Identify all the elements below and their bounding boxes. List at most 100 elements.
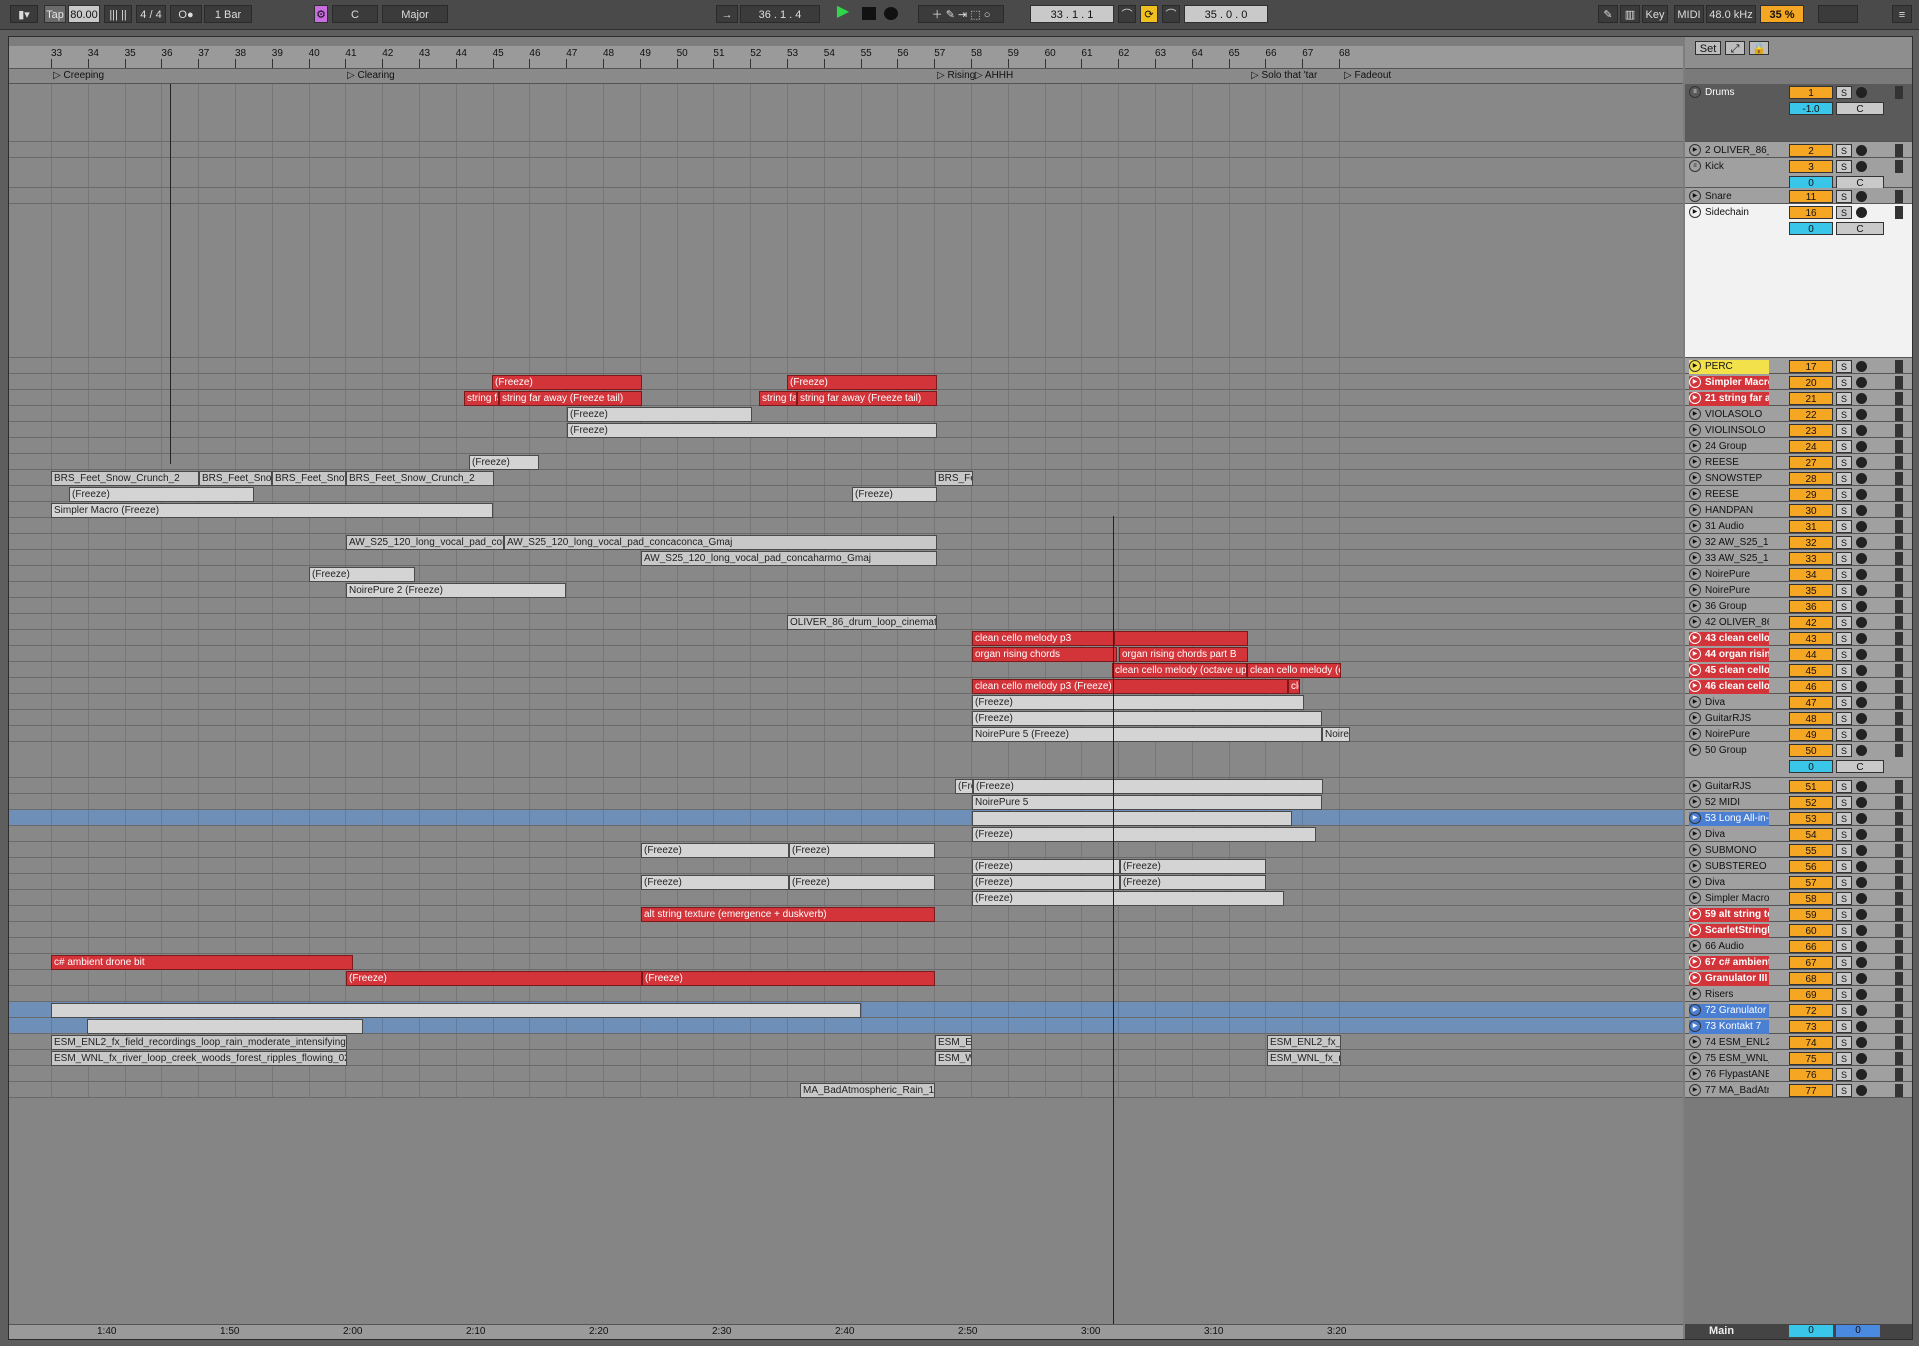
- solo-button[interactable]: S: [1836, 828, 1852, 841]
- track-header[interactable]: ▶ 31 Audio 31 S: [1685, 518, 1912, 534]
- clip[interactable]: (Freeze): [1120, 875, 1266, 890]
- clip[interactable]: NoirePure 5 (Freeze): [972, 727, 1322, 742]
- track-header[interactable]: ≡ Kick 3 S 0 C: [1685, 158, 1912, 189]
- arm-record-icon[interactable]: [1856, 633, 1867, 644]
- track-lane[interactable]: [9, 810, 1683, 826]
- clip[interactable]: clean cello melody (octave up, alte: [1112, 663, 1247, 678]
- expand-icon[interactable]: ⤢: [1725, 41, 1745, 55]
- track-header[interactable]: ▶ Risers 69 S: [1685, 986, 1912, 1002]
- track-name[interactable]: ▶ 76 FlypastANE-: [1689, 1068, 1769, 1082]
- track-header[interactable]: ▶45 clean cello m45S: [1685, 662, 1912, 678]
- track-activator-button[interactable]: 22: [1789, 408, 1833, 421]
- track-fold-icon[interactable]: ▶: [1689, 696, 1701, 709]
- track-fold-icon[interactable]: ▶: [1689, 812, 1701, 825]
- track-header[interactable]: ▶ SUBMONO 55 S: [1685, 842, 1912, 858]
- arm-record-icon[interactable]: [1856, 377, 1867, 388]
- lock-icon[interactable]: 🔒: [1749, 41, 1769, 55]
- track-header[interactable]: ▶ REESE 27 S: [1685, 454, 1912, 470]
- locator-marker[interactable]: ▷ Creeping: [53, 70, 104, 81]
- track-name[interactable]: ≡ Kick: [1689, 160, 1769, 174]
- arm-record-icon[interactable]: [1856, 681, 1867, 692]
- track-header[interactable]: ▶44 organ rising44S: [1685, 646, 1912, 662]
- track-name[interactable]: ▶ 66 Audio: [1689, 940, 1769, 954]
- solo-button[interactable]: S: [1836, 520, 1852, 533]
- solo-button[interactable]: S: [1836, 206, 1852, 219]
- track-name[interactable]: ▶ Diva: [1689, 696, 1769, 710]
- track-fold-icon[interactable]: ▶: [1689, 1004, 1701, 1017]
- track-fold-icon[interactable]: ▶: [1689, 892, 1701, 905]
- locator-marker[interactable]: ▷ Fadeout: [1344, 70, 1391, 81]
- clip[interactable]: (Freeze): [972, 875, 1120, 890]
- track-activator-button[interactable]: 29: [1789, 488, 1833, 501]
- track-fold-icon[interactable]: ▶: [1689, 206, 1701, 219]
- track-name[interactable]: ▶45 clean cello m: [1689, 664, 1769, 678]
- track-header[interactable]: ▶ Diva 54 S: [1685, 826, 1912, 842]
- track-header[interactable]: ▶ 36 Group 36 S: [1685, 598, 1912, 614]
- track-header[interactable]: ▶ 53 Long All-in- 53 S: [1685, 810, 1912, 826]
- track-fold-icon[interactable]: ▶: [1689, 664, 1701, 677]
- track-fold-icon[interactable]: ▶: [1689, 632, 1701, 645]
- arm-record-icon[interactable]: [1856, 1037, 1867, 1048]
- track-lane[interactable]: [9, 204, 1683, 358]
- solo-button[interactable]: S: [1836, 616, 1852, 629]
- track-lane[interactable]: [9, 1066, 1683, 1082]
- track-fold-icon[interactable]: ▶: [1689, 360, 1701, 373]
- play-icon[interactable]: ▶: [834, 3, 852, 21]
- track-fold-icon[interactable]: ▶: [1689, 1036, 1701, 1049]
- track-name[interactable]: ▶ 24 Group: [1689, 440, 1769, 454]
- track-fold-icon[interactable]: ▶: [1689, 972, 1701, 985]
- track-lane[interactable]: [9, 582, 1683, 598]
- clip[interactable]: (Freeze): [972, 827, 1316, 842]
- clip[interactable]: (Freeze): [69, 487, 254, 502]
- clip[interactable]: ESM_ENL: [935, 1035, 972, 1050]
- solo-button[interactable]: S: [1836, 796, 1852, 809]
- track-header[interactable]: ▶ 77 MA_BadAtm 77 S: [1685, 1082, 1912, 1098]
- track-header[interactable]: ▶67 c# ambient d67S: [1685, 954, 1912, 970]
- clip[interactable]: clean cello melody p3: [972, 631, 1114, 646]
- track-fold-icon[interactable]: ▶: [1689, 520, 1701, 533]
- arm-record-icon[interactable]: [1856, 409, 1867, 420]
- clip[interactable]: ESM_WNL_fx_river_loop_creek_woods_forest…: [51, 1051, 347, 1066]
- arm-record-icon[interactable]: [1856, 473, 1867, 484]
- track-name[interactable]: ▶46 clean cello m: [1689, 680, 1769, 694]
- solo-button[interactable]: S: [1836, 892, 1852, 905]
- track-fold-icon[interactable]: ▶: [1689, 940, 1701, 953]
- clip[interactable]: BRS_Feet_Snow_C: [272, 471, 346, 486]
- solo-button[interactable]: S: [1836, 876, 1852, 889]
- track-fold-icon[interactable]: ≡: [1689, 86, 1701, 99]
- locator-marker[interactable]: ▷ Rising: [937, 70, 975, 81]
- track-header[interactable]: ▶ 73 Kontakt 7 73 S: [1685, 1018, 1912, 1034]
- track-lane[interactable]: [9, 778, 1683, 794]
- arm-record-icon[interactable]: [1856, 729, 1867, 740]
- track-name[interactable]: ▶ VIOLINSOLO: [1689, 424, 1769, 438]
- solo-button[interactable]: S: [1836, 780, 1852, 793]
- solo-button[interactable]: S: [1836, 504, 1852, 517]
- track-name[interactable]: ▶ Simpler Macro: [1689, 376, 1769, 390]
- track-fold-icon[interactable]: ▶: [1689, 1052, 1701, 1065]
- track-activator-button[interactable]: 55: [1789, 844, 1833, 857]
- track-lane[interactable]: [9, 938, 1683, 954]
- clip[interactable]: (Freeze): [789, 875, 935, 890]
- track-activator-button[interactable]: 28: [1789, 472, 1833, 485]
- solo-button[interactable]: S: [1836, 812, 1852, 825]
- arm-record-icon[interactable]: [1856, 973, 1867, 984]
- track-activator-button[interactable]: 21: [1789, 392, 1833, 405]
- track-name[interactable]: ▶2 OLIVER_86_d: [1689, 144, 1769, 158]
- track-fold-icon[interactable]: ▶: [1689, 144, 1701, 157]
- arm-record-icon[interactable]: [1856, 537, 1867, 548]
- track-activator-button[interactable]: 50: [1789, 744, 1833, 757]
- track-lane[interactable]: [9, 454, 1683, 470]
- pan-field[interactable]: C: [1836, 102, 1884, 115]
- arm-record-icon[interactable]: [1856, 813, 1867, 824]
- track-activator-button[interactable]: 57: [1789, 876, 1833, 889]
- key-select[interactable]: C: [332, 5, 378, 23]
- track-header[interactable]: ▶ SUBSTEREO 56 S: [1685, 858, 1912, 874]
- clip[interactable]: (Freeze): [641, 843, 789, 858]
- track-activator-button[interactable]: 46: [1789, 680, 1833, 693]
- track-header[interactable]: ▶ 66 Audio 66 S: [1685, 938, 1912, 954]
- track-activator-button[interactable]: 16: [1789, 206, 1833, 219]
- solo-button[interactable]: S: [1836, 584, 1852, 597]
- arm-record-icon[interactable]: [1856, 207, 1867, 218]
- track-activator-button[interactable]: 68: [1789, 972, 1833, 985]
- track-name[interactable]: ▶43 clean cello m: [1689, 632, 1769, 646]
